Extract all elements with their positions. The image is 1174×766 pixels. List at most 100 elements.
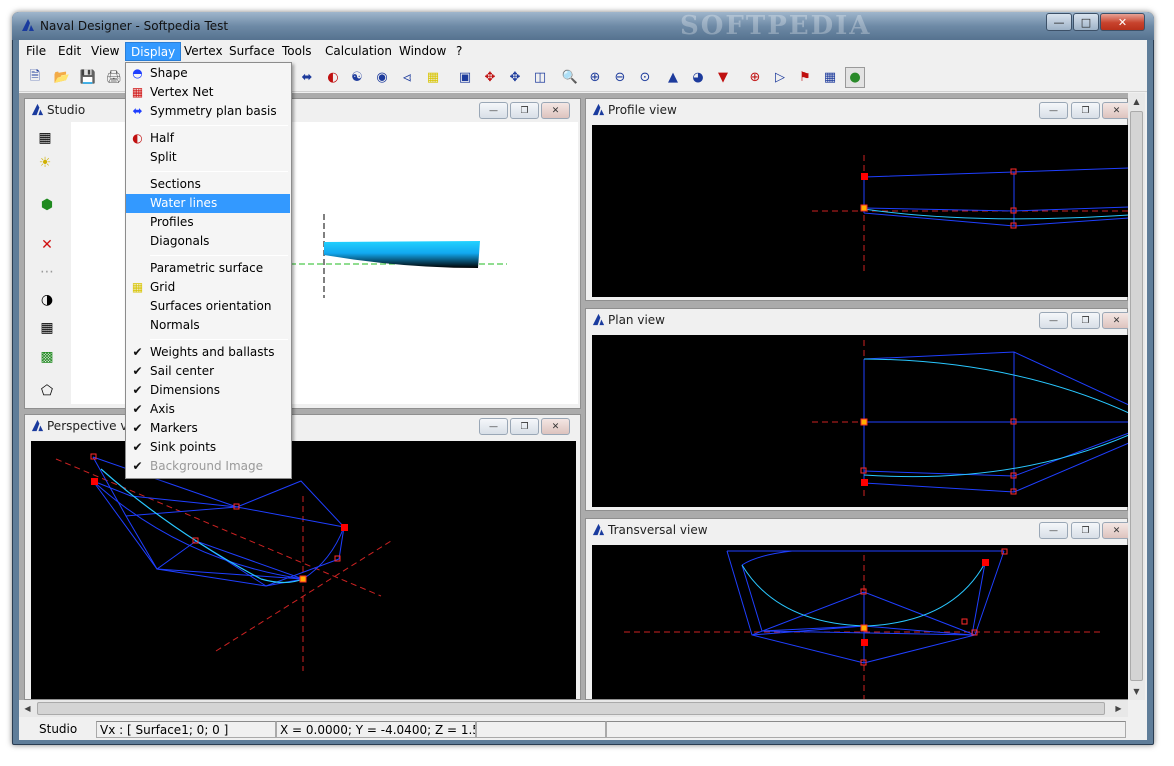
menuitem-sections[interactable]: Sections	[126, 175, 290, 194]
studio-minimize-button[interactable]: —	[479, 102, 508, 119]
cross-section-icon[interactable]: ⊕	[745, 67, 765, 88]
flag-icon[interactable]: ⚑	[795, 67, 815, 88]
render-mode-icon[interactable]: ●	[845, 67, 865, 88]
scroll-down-icon[interactable]: ▼	[1128, 683, 1145, 700]
horizontal-scrollbar[interactable]: ◀ ▶	[19, 700, 1128, 717]
hscroll-thumb[interactable]	[37, 702, 1105, 715]
menuitem-grid[interactable]: ▦ Grid	[126, 278, 290, 297]
scroll-thumb[interactable]	[1130, 111, 1143, 681]
profile-minimize-button[interactable]: —	[1039, 102, 1068, 119]
menu-vertex[interactable]: Vertex	[179, 42, 228, 61]
scroll-left-icon[interactable]: ◀	[19, 700, 36, 717]
menuitem-vertex-net[interactable]: ▦ Vertex Net	[126, 83, 290, 102]
zoom-all-icon[interactable]: ⊙	[635, 67, 655, 88]
menuitem-shape[interactable]: ◓ Shape	[126, 64, 290, 83]
print-icon[interactable]: 🖨	[104, 67, 124, 88]
plan-minimize-button[interactable]: —	[1039, 312, 1068, 329]
menuitem-symmetry-plan-basis[interactable]: ⬌ Symmetry plan basis	[126, 102, 290, 121]
menuitem-diagonals[interactable]: Diagonals	[126, 232, 290, 251]
menu-file[interactable]: File	[21, 42, 51, 61]
menuitem-surfaces-orientation[interactable]: Surfaces orientation	[126, 297, 290, 316]
menuitem-half[interactable]: ◐ Half	[126, 129, 290, 148]
menu-tools[interactable]: Tools	[277, 42, 317, 61]
menu-window[interactable]: Window	[394, 42, 451, 61]
transversal-titlebar[interactable]: Transversal view — ❐ ✕	[586, 519, 1131, 541]
menu-surface[interactable]: Surface	[224, 42, 280, 61]
menu-view[interactable]: View	[86, 42, 124, 61]
profile-canvas[interactable]	[592, 125, 1130, 297]
menu-calculation[interactable]: Calculation	[320, 42, 397, 61]
wire-cylinder-icon[interactable]: ▦	[35, 317, 59, 339]
menu-edit[interactable]: Edit	[53, 42, 86, 61]
profile-restore-button[interactable]: ❐	[1071, 102, 1100, 119]
delete-icon[interactable]: ✕	[35, 234, 59, 256]
menuitem-normals[interactable]: Normals	[126, 316, 290, 335]
new-file-icon[interactable]: 🗎	[25, 67, 45, 88]
points-render-icon[interactable]: ⋯	[35, 261, 59, 283]
box-icon[interactable]: ⬠	[35, 380, 59, 402]
zoom-fit-icon[interactable]: ▣	[455, 67, 475, 88]
menuitem-sail-center[interactable]: ✔ Sail center	[126, 362, 290, 381]
perspective-titlebar[interactable]: Perspective vi — ❐ ✕	[25, 415, 580, 437]
sections-icon[interactable]: ☯	[347, 67, 367, 88]
menu-help[interactable]: ?	[451, 42, 467, 61]
profile-close-button[interactable]: ✕	[1102, 102, 1131, 119]
transversal-canvas[interactable]	[592, 545, 1129, 699]
perspective-close-button[interactable]: ✕	[541, 418, 570, 435]
menuitem-split[interactable]: Split	[126, 148, 290, 167]
perspective-canvas[interactable]	[31, 441, 576, 699]
plan-titlebar[interactable]: Plan view — ❐ ✕	[586, 309, 1131, 331]
green-cylinder-icon[interactable]: ▩	[35, 346, 59, 368]
plan-restore-button[interactable]: ❐	[1071, 312, 1100, 329]
menuitem-water-lines[interactable]: Water lines	[126, 194, 290, 213]
symmetry-icon[interactable]: ⬌	[297, 67, 317, 88]
zoom-in-icon[interactable]: ⊕	[585, 67, 605, 88]
profile-shape-icon[interactable]: ▷	[770, 67, 790, 88]
solid-render-icon[interactable]: ⬢	[35, 194, 59, 216]
close-button[interactable]: ✕	[1100, 13, 1145, 31]
scroll-right-icon[interactable]: ▶	[1110, 700, 1127, 717]
keel-icon[interactable]: ▼	[713, 67, 733, 88]
deck-icon[interactable]: ▦	[820, 67, 840, 88]
studio-restore-button[interactable]: ❐	[510, 102, 539, 119]
menuitem-axis[interactable]: ✔ Axis	[126, 400, 290, 419]
shape-icon[interactable]: ◉	[372, 67, 392, 88]
menuitem-profiles[interactable]: Profiles	[126, 213, 290, 232]
plan-canvas[interactable]	[592, 335, 1130, 507]
zoom-out-icon[interactable]: ⊖	[610, 67, 630, 88]
transversal-restore-button[interactable]: ❐	[1071, 522, 1100, 539]
reset-view-icon[interactable]: ◫	[530, 67, 550, 88]
maximize-button[interactable]: □	[1073, 13, 1099, 31]
menuitem-markers[interactable]: ✔ Markers	[126, 419, 290, 438]
perspective-minimize-button[interactable]: —	[479, 418, 508, 435]
light-bulb-icon[interactable]: ☀	[33, 152, 57, 174]
perspective-restore-button[interactable]: ❐	[510, 418, 539, 435]
save-icon[interactable]: 💾	[78, 67, 98, 88]
studio-titlebar[interactable]: Studio — ❐ ✕	[25, 99, 580, 121]
menuitem-sink-points[interactable]: ✔ Sink points	[126, 438, 290, 457]
menuitem-dimensions[interactable]: ✔ Dimensions	[126, 381, 290, 400]
scroll-up-icon[interactable]: ▲	[1128, 93, 1145, 110]
menuitem-parametric-surface[interactable]: Parametric surface	[126, 259, 290, 278]
rotate-icon[interactable]: ✥	[480, 67, 500, 88]
cylinder-icon[interactable]: ◑	[35, 289, 59, 311]
waterlines-icon[interactable]: ⏿	[397, 67, 417, 88]
open-file-icon[interactable]: 📂	[52, 67, 72, 88]
sail-icon[interactable]: ▲	[663, 67, 683, 88]
vertical-scrollbar[interactable]: ▲ ▼	[1128, 93, 1145, 700]
minimize-button[interactable]: —	[1046, 13, 1072, 31]
studio-close-button[interactable]: ✕	[541, 102, 570, 119]
zoom-window-icon[interactable]: 🔍	[560, 67, 580, 88]
top-view-icon[interactable]: ▦	[33, 127, 57, 149]
hull-bowl-icon[interactable]: ◕	[688, 67, 708, 88]
transversal-close-button[interactable]: ✕	[1102, 522, 1131, 539]
plan-close-button[interactable]: ✕	[1102, 312, 1131, 329]
grid-icon[interactable]: ▦	[423, 67, 443, 88]
pan-icon[interactable]: ✥	[505, 67, 525, 88]
half-hull-icon[interactable]: ◐	[323, 67, 343, 88]
menuitem-weights-and-ballasts[interactable]: ✔ Weights and ballasts	[126, 343, 290, 362]
profile-titlebar[interactable]: Profile view — ❐ ✕	[586, 99, 1131, 121]
plan-title: Plan view	[608, 313, 665, 327]
menu-display[interactable]: Display	[125, 42, 182, 61]
transversal-minimize-button[interactable]: —	[1039, 522, 1068, 539]
